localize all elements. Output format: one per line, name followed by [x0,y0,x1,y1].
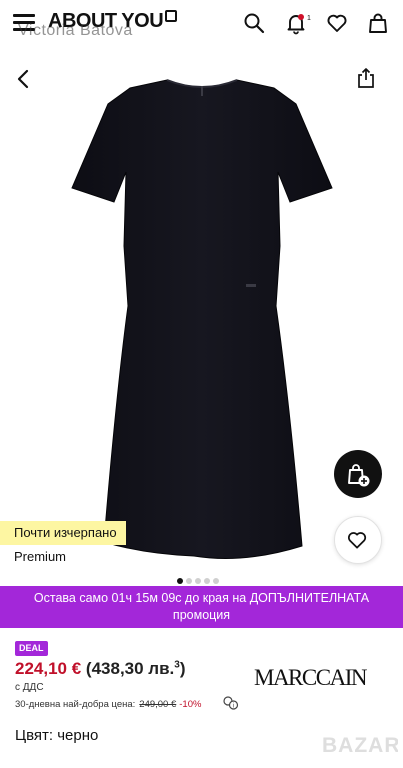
best-price-discount: -10% [179,699,202,710]
gallery-dot[interactable] [186,578,192,584]
gallery-dot[interactable] [195,578,201,584]
brand-logo[interactable]: MARCCAIN [254,660,390,694]
price-bgn: (438,30 лв.3) [85,659,186,678]
add-to-bag-button[interactable] [334,450,382,498]
low-stock-tag: Почти изчерпано [0,521,126,545]
product-gallery[interactable]: Почти изчерпано Premium [0,48,403,584]
bazar-watermark: BAZAR [322,734,398,757]
gallery-pagination [177,571,222,584]
color-row: Цвят: черно [15,727,98,744]
add-to-bag-icon [348,464,370,487]
notification-count: 1 [307,15,311,22]
share-icon[interactable] [355,66,377,90]
top-header: ABOUT YOU Victoria Batova 1 [0,0,403,46]
color-label: Цвят: [15,727,54,744]
vat-label: с ДДС [15,682,44,693]
promo-line-1: Остава само 01ч 15м 09с до края на ДОПЪЛ… [33,591,370,605]
info-icon[interactable]: i [222,695,240,711]
search-icon[interactable] [242,11,266,35]
gallery-dot[interactable] [177,578,183,584]
dress-image [71,79,333,559]
best-price-label: 30-дневна най-добра цена: [15,699,136,710]
promo-line-2: промоция [172,608,231,622]
favorite-button[interactable] [334,516,382,564]
gallery-dot[interactable] [204,578,210,584]
favorite-icon [347,532,367,549]
bazar-text: BAZAR [322,734,398,757]
deal-badge: DEAL [15,641,48,656]
best-price-old: 249,00 € [139,699,177,710]
heart-icon[interactable] [325,11,349,35]
current-price: 224,10 € [15,659,82,678]
bell-icon[interactable] [284,11,308,35]
promo-countdown-banner[interactable]: Остава само 01ч 15м 09с до края на ДОПЪЛ… [0,586,403,628]
color-value: черно [57,727,99,744]
bag-icon[interactable] [366,11,390,35]
brand-name: MARCCAIN [254,665,368,690]
seller-watermark: Victoria Batova [18,22,133,39]
premium-tag: Premium [0,545,77,569]
back-icon[interactable] [14,68,32,90]
best-price-row: 30-дневна най-добра цена: 249,00 € -10% [15,699,201,710]
gallery-dot[interactable] [213,578,219,584]
price-row: 224,10 € (438,30 лв.3) [15,659,186,679]
